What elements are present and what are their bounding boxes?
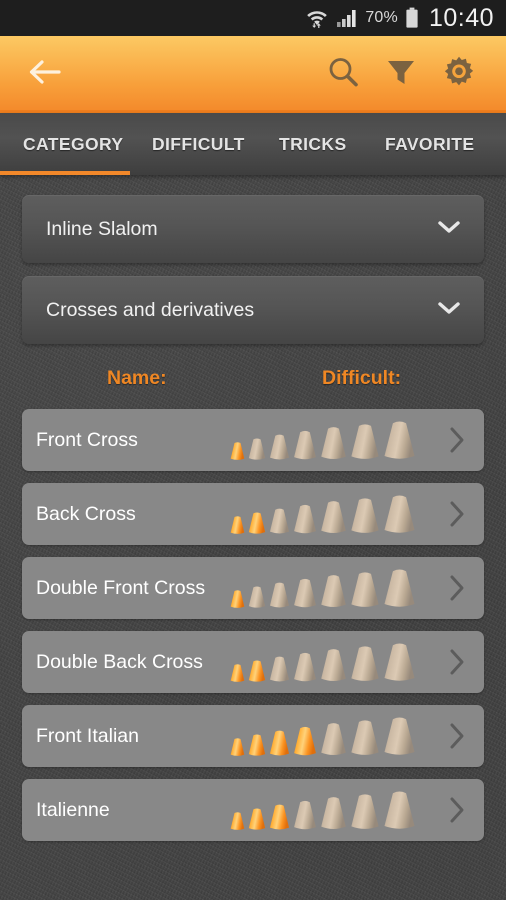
tab-favorite[interactable]: FAVORITE [385, 134, 474, 155]
cone-empty-icon [321, 649, 346, 682]
cone-empty-icon [351, 424, 379, 459]
cone-empty-icon [351, 498, 379, 533]
cone-empty-icon [294, 504, 316, 534]
difficulty-cones [230, 419, 416, 461]
chevron-right-icon [450, 649, 464, 675]
cone-filled-icon [248, 808, 266, 830]
status-bar-clock: 10:40 [428, 3, 494, 32]
cone-empty-icon [351, 646, 379, 681]
family-dropdown-value: Crosses and derivatives [46, 298, 255, 321]
discipline-dropdown[interactable]: Inline Slalom [22, 195, 484, 263]
difficulty-cones [230, 789, 416, 831]
trick-name-label: Italienne [36, 798, 110, 821]
cone-empty-icon [321, 723, 346, 756]
cone-empty-icon [384, 717, 415, 755]
filter-icon [385, 56, 417, 93]
cone-filled-icon [248, 660, 266, 682]
cone-empty-icon [321, 797, 346, 830]
tab-category[interactable]: CATEGORY [23, 134, 123, 155]
table-row[interactable]: Double Back Cross [22, 631, 484, 693]
action-bar [0, 36, 506, 113]
battery-icon [405, 7, 419, 29]
table-row[interactable]: Front Cross [22, 409, 484, 471]
app-screen: 70% 10:40 CATEGORY DIFFICULT TRICKS FAVO… [0, 0, 506, 900]
cone-empty-icon [321, 575, 346, 608]
difficulty-cones [230, 493, 416, 535]
trick-name-label: Front Cross [36, 428, 138, 451]
cone-filled-icon [230, 590, 245, 608]
column-header-difficult: Difficult: [322, 367, 402, 389]
cone-empty-icon [294, 800, 316, 830]
table-row[interactable]: Front Italian [22, 705, 484, 767]
trick-name-label: Front Italian [36, 724, 139, 747]
gear-icon [442, 55, 476, 94]
trick-list: Front Cross Back Cross Double Front Cross D… [22, 409, 484, 841]
cone-filled-icon [230, 516, 245, 534]
discipline-dropdown-value: Inline Slalom [46, 217, 158, 240]
cone-empty-icon [351, 794, 379, 829]
cone-filled-icon [269, 804, 290, 830]
cone-empty-icon [351, 572, 379, 607]
cone-filled-icon [230, 442, 245, 460]
cone-empty-icon [294, 578, 316, 608]
column-header-name: Name: [107, 367, 167, 389]
chevron-right-icon [450, 501, 464, 527]
difficulty-cones [230, 567, 416, 609]
cone-empty-icon [321, 427, 346, 460]
difficulty-cones [230, 715, 416, 757]
cone-empty-icon [269, 434, 290, 460]
table-row[interactable]: Back Cross [22, 483, 484, 545]
back-arrow-icon [28, 59, 62, 90]
family-dropdown[interactable]: Crosses and derivatives [22, 276, 484, 344]
chevron-right-icon [450, 575, 464, 601]
cone-empty-icon [269, 508, 290, 534]
cone-empty-icon [269, 656, 290, 682]
cone-filled-icon [230, 738, 245, 756]
cone-filled-icon [230, 812, 245, 830]
search-button[interactable] [314, 46, 372, 104]
cell-signal-icon [336, 8, 358, 28]
tab-active-indicator [0, 171, 130, 175]
cone-empty-icon [294, 430, 316, 460]
wifi-icon [305, 7, 329, 29]
chevron-down-icon [436, 219, 462, 240]
cone-empty-icon [248, 438, 266, 460]
table-row[interactable]: Double Front Cross [22, 557, 484, 619]
cone-empty-icon [384, 643, 415, 681]
table-row[interactable]: Italienne [22, 779, 484, 841]
chevron-right-icon [450, 427, 464, 453]
chevron-down-icon [436, 300, 462, 321]
filter-button[interactable] [372, 46, 430, 104]
chevron-right-icon [450, 797, 464, 823]
cone-filled-icon [230, 664, 245, 682]
cone-empty-icon [384, 569, 415, 607]
trick-name-label: Double Front Cross [36, 576, 206, 599]
back-button[interactable] [22, 52, 68, 98]
tab-difficult[interactable]: DIFFICULT [152, 134, 245, 155]
cone-empty-icon [294, 652, 316, 682]
cone-empty-icon [351, 720, 379, 755]
cone-empty-icon [384, 791, 415, 829]
status-bar: 70% 10:40 [0, 0, 506, 36]
tab-bar: CATEGORY DIFFICULT TRICKS FAVORITE [0, 113, 506, 175]
column-headers: Name: Difficult: [22, 359, 484, 407]
cone-filled-icon [269, 730, 290, 756]
content-area: Inline Slalom Crosses and derivatives Na… [0, 175, 506, 841]
trick-name-label: Double Back Cross [36, 650, 203, 673]
settings-button[interactable] [430, 46, 488, 104]
cone-empty-icon [321, 501, 346, 534]
cone-empty-icon [384, 421, 415, 459]
cone-empty-icon [248, 586, 266, 608]
cone-empty-icon [269, 582, 290, 608]
search-icon [326, 55, 360, 94]
cone-empty-icon [384, 495, 415, 533]
battery-percent-label: 70% [365, 9, 398, 26]
cone-filled-icon [248, 512, 266, 534]
trick-name-label: Back Cross [36, 502, 136, 525]
tab-tricks[interactable]: TRICKS [279, 134, 347, 155]
cone-filled-icon [248, 734, 266, 756]
difficulty-cones [230, 641, 416, 683]
cone-filled-icon [294, 726, 316, 756]
chevron-right-icon [450, 723, 464, 749]
